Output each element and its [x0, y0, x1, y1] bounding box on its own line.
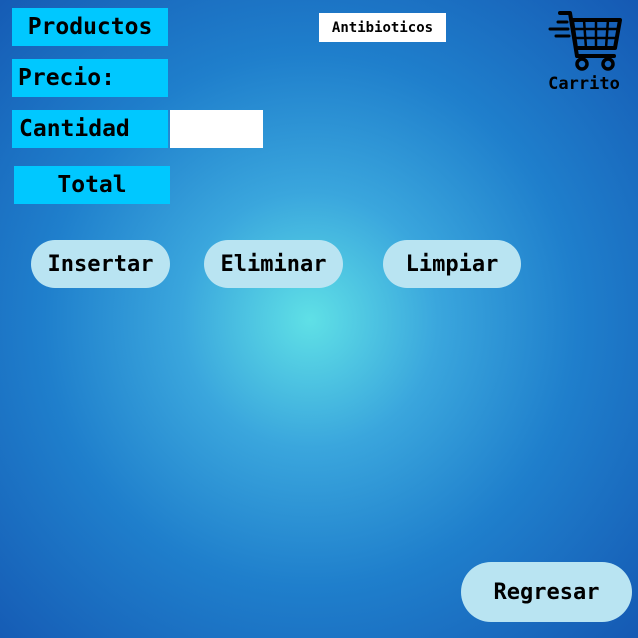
shopping-cart-icon — [548, 11, 622, 71]
category-label: Antibioticos — [319, 13, 446, 42]
quantity-input[interactable] — [170, 110, 263, 148]
cart-label: Carrito — [548, 74, 620, 94]
cart-button[interactable]: Carrito — [536, 8, 632, 100]
clear-button[interactable]: Limpiar — [383, 240, 521, 288]
insert-button[interactable]: Insertar — [31, 240, 170, 288]
total-label: Total — [14, 166, 170, 204]
quantity-label: Cantidad — [12, 110, 168, 148]
back-button[interactable]: Regresar — [461, 562, 632, 622]
delete-button[interactable]: Eliminar — [204, 240, 343, 288]
price-label: Precio: — [12, 59, 168, 97]
products-label: Productos — [12, 8, 168, 46]
